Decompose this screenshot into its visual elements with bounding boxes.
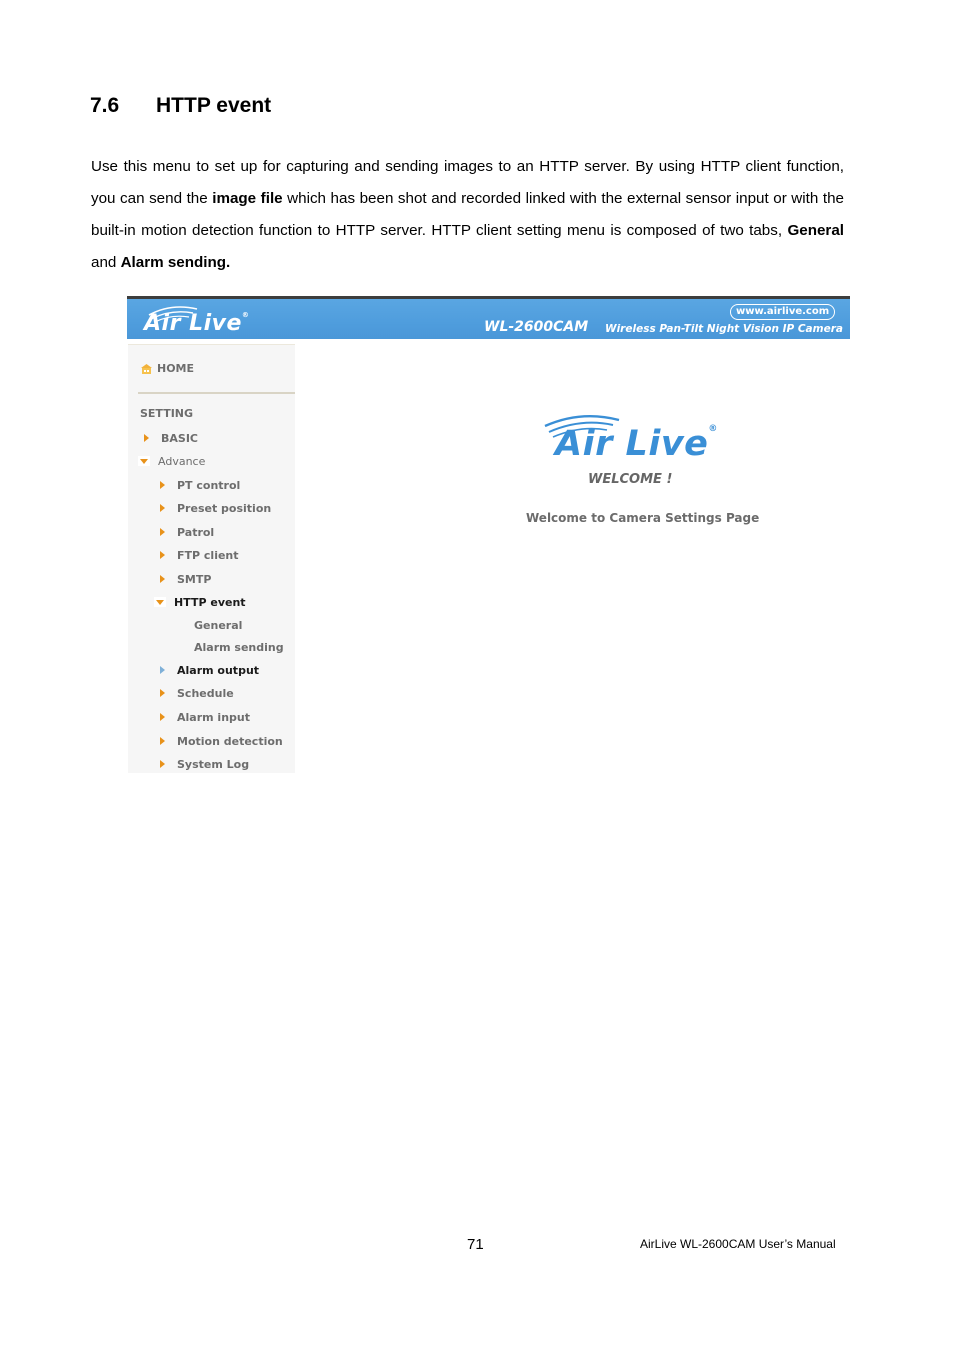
sidebar-item-label: Alarm input <box>177 710 250 724</box>
intro-bold-general: General <box>787 222 844 239</box>
product-tagline: Wireless Pan-Tilt Night Vision IP Camera <box>605 323 843 335</box>
sidebar-item-label: FTP client <box>177 548 239 562</box>
sidebar-item-http-event[interactable]: HTTP event <box>154 594 246 610</box>
intro-bold-image-file: image file <box>212 190 283 207</box>
sidebar-item-label: Alarm sending <box>194 640 284 654</box>
sidebar-item-patrol[interactable]: Patrol <box>160 524 214 540</box>
sidebar-top-rule <box>128 344 295 345</box>
arrow-right-icon <box>160 737 165 745</box>
sidebar-item-label: General <box>194 618 243 632</box>
section-title: HTTP event <box>156 94 272 117</box>
sidebar-item-label: BASIC <box>161 431 198 445</box>
sidebar-divider <box>138 392 295 394</box>
arrow-right-icon <box>160 760 165 768</box>
camera-settings-screenshot: Air Live® www.airlive.com WL-2600CAM Wir… <box>127 296 850 774</box>
arrow-down-icon <box>140 458 148 464</box>
airlive-logo: Air Live® <box>144 311 250 336</box>
section-heading: 7.6 HTTP event <box>90 94 271 118</box>
sidebar-item-preset-position[interactable]: Preset position <box>160 500 271 516</box>
sidebar-item-label: SMTP <box>177 572 212 586</box>
sidebar-item-schedule[interactable]: Schedule <box>160 685 234 701</box>
model-name: WL-2600CAM <box>484 319 589 335</box>
sidebar-item-label: System Log <box>177 757 250 771</box>
sidebar-item-label: Preset position <box>177 501 272 515</box>
intro-text: and <box>91 254 121 271</box>
welcome-heading: WELCOME ! <box>588 472 673 487</box>
sidebar-item-motion-detection[interactable]: Motion detection <box>160 733 283 749</box>
arrow-down-icon <box>156 599 164 605</box>
intro-bold-alarm-sending: Alarm sending. <box>120 254 231 271</box>
home-label: HOME <box>157 362 195 375</box>
arrow-right-icon <box>160 551 165 559</box>
website-link[interactable]: www.airlive.com <box>730 304 836 320</box>
welcome-subtitle: Welcome to Camera Settings Page <box>526 511 760 525</box>
sidebar-item-label: Schedule <box>177 686 234 700</box>
setting-section-label: SETTING <box>140 407 194 420</box>
sidebar-item-home[interactable]: HOME <box>140 362 194 375</box>
arrow-right-icon <box>160 689 165 697</box>
sidebar-item-advance[interactable]: Advance <box>138 453 205 469</box>
section-number: 7.6 <box>90 94 120 117</box>
arrow-right-icon <box>160 528 165 536</box>
sidebar-item-label: Patrol <box>177 525 215 539</box>
page-number: 71 <box>467 1236 484 1253</box>
sidebar-item-label: Alarm output <box>177 663 260 677</box>
arrow-right-icon <box>144 434 149 442</box>
arrow-right-icon <box>160 504 165 512</box>
sidebar-item-label: PT control <box>177 478 241 492</box>
sidebar-item-ftp-client[interactable]: FTP client <box>160 547 239 563</box>
sidebar-item-alarm-sending[interactable]: Alarm sending <box>194 639 284 655</box>
sidebar-item-label: HTTP event <box>174 595 246 609</box>
sidebar-item-label: Advance <box>158 454 206 468</box>
sidebar-item-alarm-output[interactable]: Alarm output <box>160 662 259 678</box>
footer-manual-title: AirLive WL-2600CAM User’s Manual <box>640 1237 836 1251</box>
arrow-right-icon <box>160 666 165 674</box>
header-banner: Air Live® www.airlive.com WL-2600CAM Wir… <box>127 296 850 339</box>
arrow-right-icon <box>160 481 165 489</box>
arrow-right-icon <box>160 575 165 583</box>
sidebar-item-system-log[interactable]: System Log <box>160 756 249 772</box>
sidebar-item-label: Motion detection <box>177 734 283 748</box>
sidebar-item-basic[interactable]: BASIC <box>144 430 198 446</box>
sidebar-item-pt-control[interactable]: PT control <box>160 477 240 493</box>
arrow-right-icon <box>160 713 165 721</box>
intro-paragraph: Use this menu to set up for capturing an… <box>91 151 844 279</box>
sidebar-item-alarm-input[interactable]: Alarm input <box>160 709 250 725</box>
home-icon <box>141 363 152 374</box>
settings-sidebar: HOME SETTING BASIC Advance PT control Pr… <box>128 344 295 773</box>
sidebar-item-smtp[interactable]: SMTP <box>160 571 211 587</box>
welcome-airlive-logo: Air Live® <box>555 424 718 464</box>
sidebar-item-general[interactable]: General <box>194 617 242 633</box>
